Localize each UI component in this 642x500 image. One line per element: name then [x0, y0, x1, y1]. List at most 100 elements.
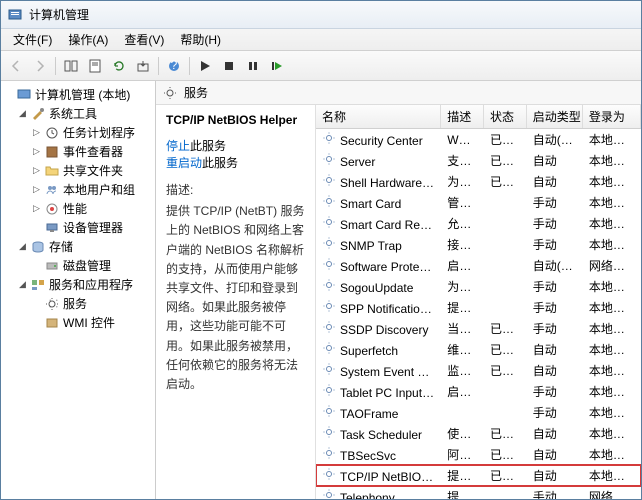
service-row[interactable]: SNMP Trap接收...手动本地服务 [316, 234, 641, 255]
service-row[interactable]: Server支持...已启动自动本地系统 [316, 150, 641, 171]
col-status[interactable]: 状态 [484, 105, 527, 128]
apps-icon [30, 277, 46, 293]
tree-task-scheduler[interactable]: ▷任务计划程序 [3, 123, 153, 142]
service-row[interactable]: SogouUpdate为搜...手动本地系统 [316, 276, 641, 297]
window: 计算机管理 文件(F) 操作(A) 查看(V) 帮助(H) ? 计算机管理 (本… [0, 0, 642, 500]
tree-performance[interactable]: ▷性能 [3, 199, 153, 218]
main-panel: 服务 TCP/IP NetBIOS Helper 停止此服务 重启动此服务 描述… [156, 81, 641, 499]
service-gear-icon [322, 278, 336, 292]
menubar: 文件(F) 操作(A) 查看(V) 帮助(H) [1, 29, 641, 51]
cell-status: 已启动 [484, 424, 527, 443]
tree-shared-folders[interactable]: ▷共享文件夹 [3, 161, 153, 180]
cell-login: 本地系统 [583, 445, 641, 464]
menu-action[interactable]: 操作(A) [60, 29, 116, 50]
cell-desc: 维护... [441, 340, 484, 359]
stop-link[interactable]: 停止 [166, 139, 190, 153]
expand-icon[interactable]: ▷ [31, 165, 42, 176]
tree-system-tools[interactable]: ◢系统工具 [3, 104, 153, 123]
properties-icon[interactable] [84, 55, 106, 77]
service-row[interactable]: Shell Hardware ...为自...已启动自动本地系统 [316, 171, 641, 192]
menu-help[interactable]: 帮助(H) [172, 29, 229, 50]
col-start[interactable]: 启动类型 [527, 105, 583, 128]
service-row[interactable]: Smart Card Rem...允许...手动本地系统 [316, 213, 641, 234]
collapse-icon[interactable]: ◢ [17, 241, 28, 252]
storage-icon [30, 239, 46, 255]
cell-login: 本地服务 [583, 466, 641, 485]
tree-services-apps[interactable]: ◢服务和应用程序 [3, 275, 153, 294]
cell-login: 本地服务 [583, 319, 641, 338]
restart-link[interactable]: 重启动 [166, 156, 202, 170]
service-gear-icon [322, 320, 336, 334]
col-desc[interactable]: 描述 [441, 105, 484, 128]
cell-start: 手动 [527, 403, 583, 422]
cell-login: 本地系统 [583, 214, 641, 233]
expand-icon[interactable]: ▷ [31, 146, 42, 157]
service-list[interactable]: 名称 描述 状态 启动类型 登录为 Security CenterWSC...已… [316, 105, 641, 499]
service-row[interactable]: Telephony提供...手动网络服务 [316, 486, 641, 499]
collapse-icon[interactable]: ◢ [17, 279, 28, 290]
tree-event-viewer[interactable]: ▷事件查看器 [3, 142, 153, 161]
menu-file[interactable]: 文件(F) [5, 29, 60, 50]
restart-service-icon[interactable] [266, 55, 288, 77]
service-row[interactable]: SSDP Discovery当发...已启动手动本地服务 [316, 318, 641, 339]
service-row[interactable]: SPP Notification ...提供...手动本地服务 [316, 297, 641, 318]
cell-login: 本地系统 [583, 382, 641, 401]
tree-storage[interactable]: ◢存储 [3, 237, 153, 256]
service-gear-icon [322, 383, 336, 397]
help-icon[interactable]: ? [163, 55, 185, 77]
cell-login: 本地系统 [583, 277, 641, 296]
cell-desc: 为搜... [441, 277, 484, 296]
expand-icon[interactable]: ▷ [31, 203, 42, 214]
cell-name: Server [316, 151, 441, 170]
service-gear-icon [322, 215, 336, 229]
export-icon[interactable] [132, 55, 154, 77]
tree-disk-management[interactable]: 磁盘管理 [3, 256, 153, 275]
col-name[interactable]: 名称 [316, 105, 441, 128]
cell-status: 已启动 [484, 445, 527, 464]
cell-name: System Event N... [316, 361, 441, 380]
expand-icon[interactable]: ▷ [31, 127, 42, 138]
stop-service-icon[interactable] [218, 55, 240, 77]
cell-status: 已启动 [484, 172, 527, 191]
event-icon [44, 144, 60, 160]
cell-login: 本地服务 [583, 130, 641, 149]
tree-local-users[interactable]: ▷本地用户和组 [3, 180, 153, 199]
cell-start: 自动 [527, 361, 583, 380]
tree-services[interactable]: 服务 [3, 294, 153, 313]
cell-login: 网络服务 [583, 256, 641, 275]
show-hide-icon[interactable] [60, 55, 82, 77]
service-row[interactable]: Smart Card管理...手动本地服务 [316, 192, 641, 213]
expand-blank [31, 298, 42, 309]
pause-service-icon[interactable] [242, 55, 264, 77]
col-login[interactable]: 登录为 [583, 105, 641, 128]
service-gear-icon [322, 341, 336, 355]
refresh-icon[interactable] [108, 55, 130, 77]
service-row[interactable]: System Event N...监视...已启动自动本地系统 [316, 360, 641, 381]
tree-wmi[interactable]: WMI 控件 [3, 313, 153, 332]
list-header: 名称 描述 状态 启动类型 登录为 [316, 105, 641, 129]
cell-start: 自动 [527, 445, 583, 464]
cell-desc: 支持... [441, 151, 484, 170]
cell-status: 已启动 [484, 361, 527, 380]
expand-blank [31, 260, 42, 271]
cell-start: 自动(延迟... [527, 256, 583, 275]
cell-status [484, 223, 527, 225]
service-row[interactable]: Superfetch维护...已启动自动本地系统 [316, 339, 641, 360]
expand-icon[interactable] [3, 89, 14, 100]
separator [55, 57, 56, 75]
service-row[interactable]: Software Protect...启用...自动(延迟...网络服务 [316, 255, 641, 276]
collapse-icon[interactable]: ◢ [17, 108, 28, 119]
service-gear-icon [322, 404, 336, 418]
cell-start: 手动 [527, 487, 583, 499]
tree-root[interactable]: 计算机管理 (本地) [3, 85, 153, 104]
service-row[interactable]: Task Scheduler使用...已启动自动本地系统 [316, 423, 641, 444]
service-row[interactable]: TCP/IP NetBIOS ...提供 ...已启动自动本地服务 [316, 465, 641, 486]
service-row[interactable]: TAOFrame手动本地系统 [316, 402, 641, 423]
service-row[interactable]: Tablet PC Input ...启用...手动本地系统 [316, 381, 641, 402]
service-row[interactable]: Security CenterWSC...已启动自动(延迟...本地服务 [316, 129, 641, 150]
menu-view[interactable]: 查看(V) [116, 29, 172, 50]
service-row[interactable]: TBSecSvc阿里...已启动自动本地系统 [316, 444, 641, 465]
start-service-icon[interactable] [194, 55, 216, 77]
tree-device-manager[interactable]: 设备管理器 [3, 218, 153, 237]
expand-icon[interactable]: ▷ [31, 184, 42, 195]
